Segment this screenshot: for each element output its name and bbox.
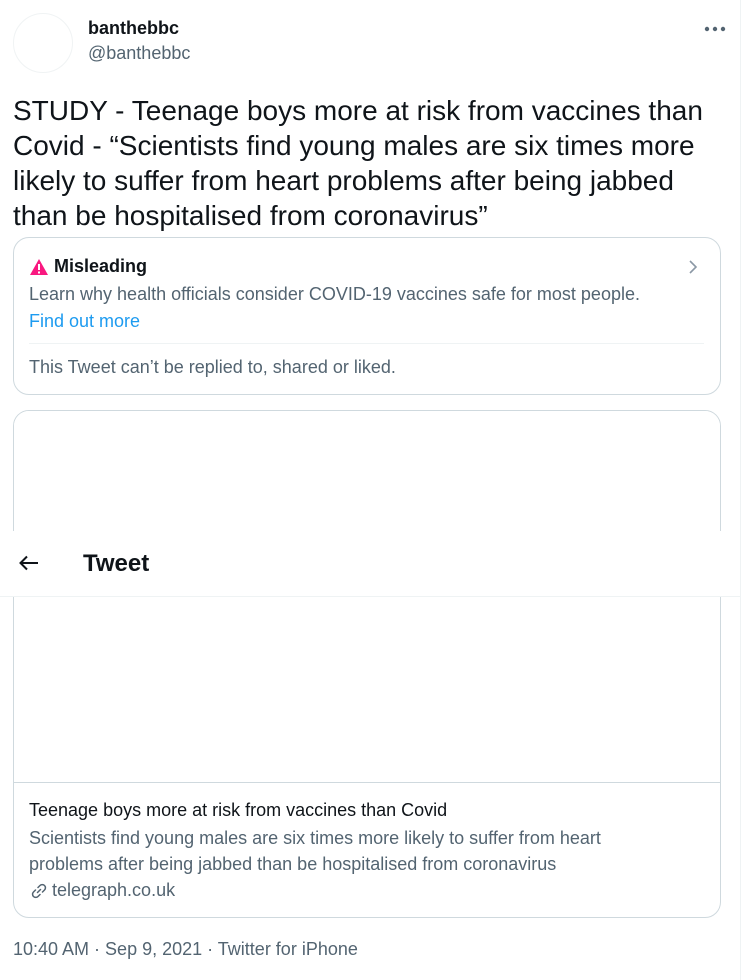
link-preview-title[interactable]: Teenage boys more at risk from vaccines …	[29, 800, 447, 821]
page-title: Tweet	[83, 550, 150, 577]
warning-triangle-icon	[29, 258, 49, 276]
tweet-text: STUDY - Teenage boys more at risk from v…	[13, 95, 703, 231]
back-arrow-icon[interactable]	[18, 552, 40, 574]
tweet-timestamp[interactable]: 10:40 AM · Sep 9, 2021 · Twitter for iPh…	[13, 939, 358, 960]
avatar[interactable]	[13, 13, 73, 73]
misleading-notice[interactable]: Misleading Learn why health officials co…	[13, 237, 721, 395]
notice-divider	[29, 343, 704, 344]
link-preview-description: Scientists find young males are six time…	[29, 828, 601, 874]
notice-footer: This Tweet can’t be replied to, shared o…	[29, 357, 396, 377]
link-preview-image[interactable]	[14, 411, 720, 783]
author-handle[interactable]: @banthebbc	[88, 43, 190, 64]
link-preview-domain-row[interactable]: telegraph.co.uk	[29, 880, 175, 901]
chevron-right-icon[interactable]	[686, 258, 700, 276]
link-icon	[29, 881, 49, 901]
notice-title: Misleading	[54, 256, 148, 276]
link-preview-card[interactable]: Teenage boys more at risk from vaccines …	[13, 410, 721, 918]
find-out-more-link[interactable]: Find out more	[29, 311, 140, 332]
scrollbar-track[interactable]	[740, 0, 752, 980]
notice-title-row: Misleading	[29, 256, 147, 277]
notice-description: Learn why health officials consider COVI…	[29, 284, 640, 304]
link-preview-domain: telegraph.co.uk	[52, 880, 176, 900]
top-bar: Tweet	[0, 531, 741, 597]
author-display-name[interactable]: banthebbc	[88, 18, 179, 39]
more-horizontal-icon[interactable]	[700, 16, 730, 42]
